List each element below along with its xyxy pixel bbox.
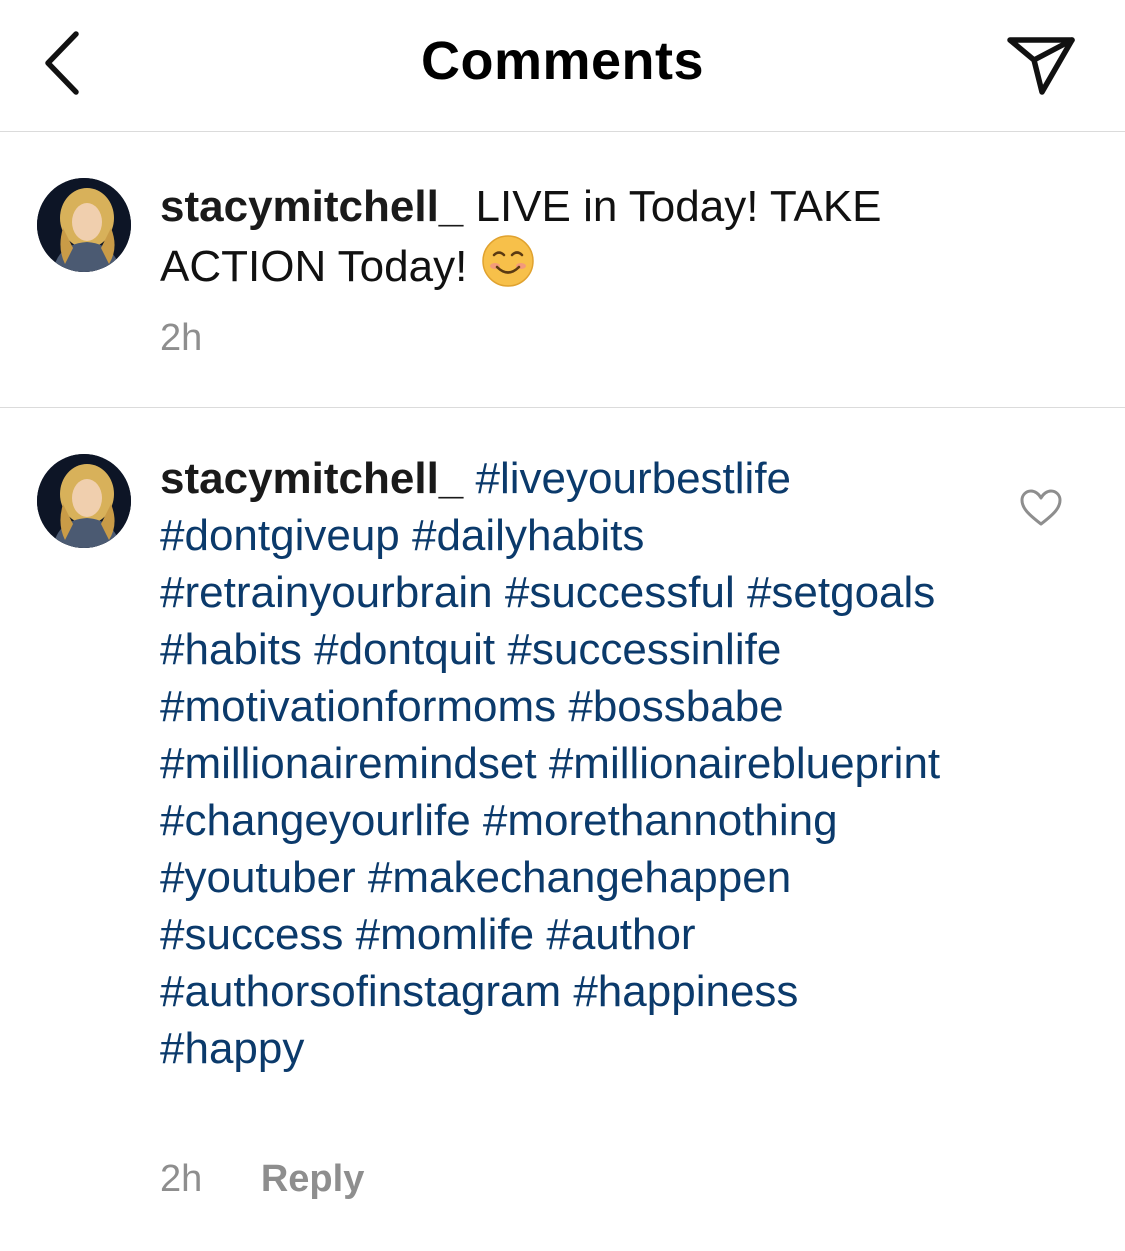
- top-bar: Comments: [0, 0, 1125, 132]
- reply-button[interactable]: Reply: [261, 1158, 364, 1200]
- page-title: Comments: [420, 31, 705, 91]
- comment-meta: 2h Reply: [160, 1158, 364, 1201]
- caption-timestamp: 2h: [160, 317, 203, 359]
- share-button[interactable]: [1003, 30, 1079, 100]
- comment-hashtags[interactable]: #liveyourbestlife #dontgiveup #dailyhabi…: [160, 454, 940, 1073]
- paper-plane-icon: [1007, 37, 1075, 95]
- comment-body: stacymitchell_ #liveyourbestlife #dontgi…: [160, 450, 950, 1077]
- profile-photo: [37, 178, 131, 272]
- like-button[interactable]: [1018, 488, 1064, 528]
- smiling-face-icon: [480, 235, 536, 301]
- comment-timestamp: 2h: [160, 1158, 203, 1200]
- caption-body: stacymitchell_ LIVE in Today! TAKE ACTIO…: [160, 178, 960, 301]
- avatar[interactable]: [37, 178, 131, 272]
- post-caption: stacymitchell_ LIVE in Today! TAKE ACTIO…: [0, 132, 1125, 408]
- profile-photo: [37, 454, 131, 548]
- caption-username[interactable]: stacymitchell_: [160, 182, 463, 231]
- comment-avatar[interactable]: [37, 454, 131, 548]
- heart-outline-icon: [1020, 489, 1062, 526]
- comment-username[interactable]: stacymitchell_: [160, 454, 463, 503]
